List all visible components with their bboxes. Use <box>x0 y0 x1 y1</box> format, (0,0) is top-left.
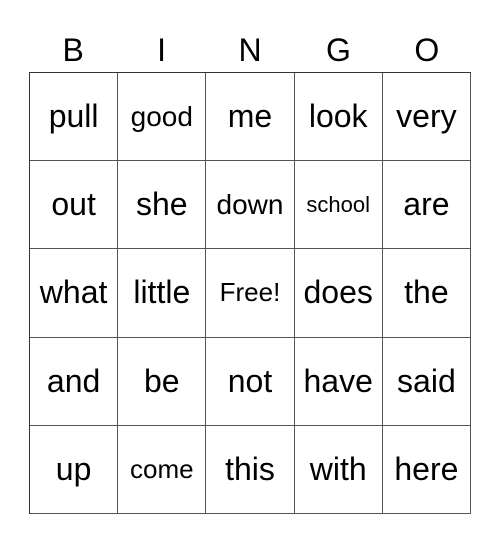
bingo-cell[interactable]: look <box>294 73 383 162</box>
bingo-cell[interactable]: up <box>30 425 119 514</box>
bingo-cell[interactable]: the <box>382 249 471 338</box>
header-letter-o: O <box>414 32 440 68</box>
bingo-cell[interactable]: me <box>206 73 295 162</box>
bingo-cell[interactable]: out <box>30 161 119 250</box>
bingo-cell[interactable]: said <box>382 337 471 426</box>
bingo-cell[interactable]: does <box>294 249 383 338</box>
bingo-cell[interactable]: down <box>206 161 295 250</box>
bingo-cell[interactable]: be <box>118 337 207 426</box>
bingo-cell[interactable]: are <box>382 161 471 250</box>
header-letter-i: I <box>157 32 167 68</box>
bingo-cell[interactable]: school <box>294 161 383 250</box>
bingo-cell[interactable]: not <box>206 337 295 426</box>
header-letter-n: N <box>238 32 262 68</box>
bingo-cell[interactable]: what <box>30 249 119 338</box>
header-letter-b: B <box>62 32 84 68</box>
bingo-cell[interactable]: little <box>118 249 207 338</box>
bingo-cell[interactable]: with <box>294 425 383 514</box>
header-letter-g: G <box>325 32 351 68</box>
bingo-cell[interactable]: very <box>382 73 471 162</box>
bingo-cell[interactable]: here <box>382 425 471 514</box>
bingo-cell[interactable]: have <box>294 337 383 426</box>
bingo-cell[interactable]: this <box>206 425 295 514</box>
bingo-cell[interactable]: pull <box>30 73 119 162</box>
bingo-cell[interactable]: she <box>118 161 207 250</box>
bingo-grid: pull good me look very out she down scho… <box>29 72 471 514</box>
bingo-header: B I N G O <box>29 30 471 70</box>
bingo-cell[interactable]: good <box>118 73 207 162</box>
bingo-cell[interactable]: come <box>118 425 207 514</box>
free-space-cell[interactable]: Free! <box>206 249 295 338</box>
bingo-cell[interactable]: and <box>30 337 119 426</box>
